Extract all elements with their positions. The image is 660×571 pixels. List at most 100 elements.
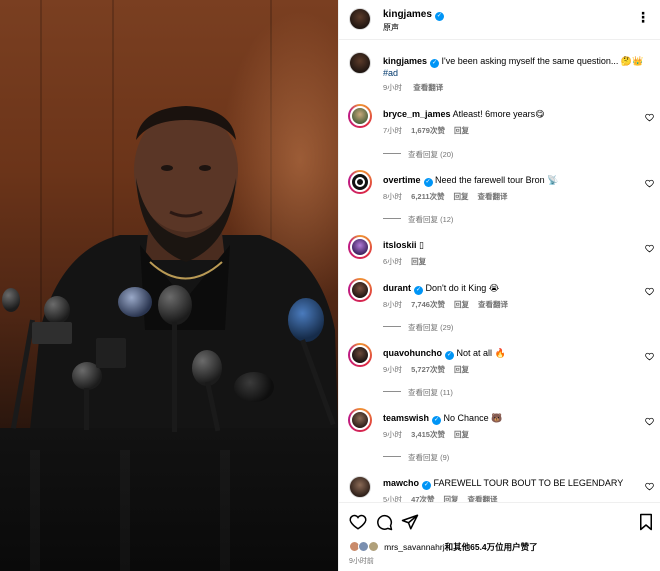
microphone	[2, 288, 20, 312]
story-ring[interactable]	[348, 104, 372, 128]
comment-time: 7小时	[383, 126, 403, 135]
comment-username[interactable]: mawcho	[383, 478, 419, 488]
microphone	[158, 285, 192, 325]
caption-username[interactable]: kingjames	[383, 56, 427, 66]
comment-line: durant ✓ Don't do it King 😭	[383, 283, 499, 295]
microphone	[234, 372, 274, 402]
translate-button[interactable]: 查看翻译	[413, 83, 443, 92]
audio-label[interactable]: 原声	[383, 22, 399, 33]
reply-button[interactable]: 回复	[454, 300, 469, 309]
verified-badge-icon: ✓	[414, 286, 423, 295]
comment-likes[interactable]: 3,415次赞	[411, 430, 445, 439]
comment-time: 9小时	[383, 430, 403, 439]
hashtag-link[interactable]: #ad	[383, 68, 398, 78]
comment-likes[interactable]: 5,727次赞	[411, 365, 445, 374]
view-replies-button[interactable]: 查看回复 (29)	[383, 322, 453, 333]
mic-stand	[172, 322, 177, 432]
view-replies-button[interactable]: 查看回复 (9)	[383, 452, 449, 463]
author-username[interactable]: kingjames ✓	[383, 9, 444, 21]
translate-button[interactable]: 查看翻译	[478, 300, 508, 309]
microphone	[192, 350, 222, 386]
comment-time: 6小时	[383, 257, 403, 266]
reply-button[interactable]: 回复	[454, 192, 469, 201]
table-drape-fold	[220, 450, 230, 571]
comment-line: bryce_m_james Atleast! 6more years😋	[383, 109, 545, 120]
mic-flag	[96, 338, 126, 368]
comment-text: FAREWELL TOUR BOUT TO BE LEGENDARY	[433, 478, 624, 488]
caption-text: I've been asking myself the same questio…	[441, 56, 644, 66]
comment-likes[interactable]: 1,679次赞	[411, 126, 445, 135]
reply-button[interactable]: 回复	[411, 257, 426, 266]
bookmark-icon[interactable]	[637, 513, 655, 531]
post-sidebar: kingjames ✓ 原声 ⋮ kingjames ✓ I've been ask…	[338, 0, 660, 571]
liker-username[interactable]: mrs_savannahrj	[384, 542, 444, 552]
likes-summary[interactable]: mrs_savannahrj和其他65.4万位用户赞了	[349, 541, 538, 553]
comment-username[interactable]: durant	[383, 283, 411, 293]
heart-icon[interactable]	[645, 417, 654, 426]
comment-time: 8小时	[383, 192, 403, 201]
view-replies-button[interactable]: 查看回复 (20)	[383, 149, 453, 160]
caption-meta: 9小时 查看翻译	[383, 82, 452, 93]
view-replies-button[interactable]: 查看回复 (11)	[383, 387, 453, 398]
heart-icon[interactable]	[645, 179, 654, 188]
author-avatar[interactable]	[349, 8, 371, 30]
comment-text: Not at all 🔥	[456, 348, 506, 358]
caption-avatar[interactable]	[349, 52, 371, 74]
post-action-bar: mrs_savannahrj和其他65.4万位用户赞了 9小时前	[339, 502, 660, 571]
story-ring[interactable]	[348, 408, 372, 432]
comment-meta: 9小时 5,727次赞 回复	[383, 364, 478, 375]
microphone	[44, 296, 70, 324]
overtime-logo	[355, 177, 365, 187]
post-media-image[interactable]	[0, 0, 338, 571]
comment-likes[interactable]: 7,746次赞	[411, 300, 445, 309]
view-replies-button[interactable]: 查看回复 (12)	[383, 214, 453, 225]
heart-icon[interactable]	[645, 352, 654, 361]
instagram-post-view: kingjames ✓ 原声 ⋮ kingjames ✓ I've been ask…	[0, 0, 660, 571]
heart-icon[interactable]	[349, 513, 367, 531]
more-options-icon[interactable]: ⋮	[636, 10, 651, 24]
comment-line: overtime ✓ Need the farewell tour Bron 📡	[383, 175, 558, 187]
verified-badge-icon: ✓	[422, 481, 432, 490]
heart-icon[interactable]	[645, 113, 654, 122]
press-table	[0, 428, 338, 571]
comment-username[interactable]: overtime	[383, 175, 421, 185]
comment-time: 8小时	[383, 300, 403, 309]
comment-username[interactable]: teamswish	[383, 413, 429, 423]
comment-line: itsloskii ▯	[383, 240, 424, 251]
caption-time: 9小时	[383, 83, 403, 92]
comment-likes[interactable]: 6,211次赞	[411, 192, 444, 201]
heart-icon[interactable]	[645, 287, 654, 296]
post-timestamp: 9小时前	[349, 558, 374, 565]
comment-meta: 9小时 3,415次赞 回复	[383, 429, 478, 440]
translate-button[interactable]: 查看翻译	[478, 192, 508, 201]
story-ring[interactable]	[348, 278, 372, 302]
comment-username[interactable]: itsloskii	[383, 240, 417, 250]
comment-text: ▯	[419, 240, 424, 250]
mic-flag	[32, 322, 72, 344]
comment-avatar[interactable]	[349, 476, 371, 498]
comment-username[interactable]: bryce_m_james	[383, 109, 451, 119]
reply-button[interactable]: 回复	[454, 430, 469, 439]
comment-icon[interactable]	[375, 513, 393, 531]
comment-time: 9小时	[383, 365, 403, 374]
heart-icon[interactable]	[645, 244, 654, 253]
reply-button[interactable]: 回复	[454, 126, 469, 135]
share-icon[interactable]	[401, 513, 419, 531]
comment-text: Need the farewell tour Bron 📡	[435, 175, 559, 185]
comment-line: teamswish ✓ No Chance 🐻	[383, 413, 502, 425]
comment-meta: 7小时 1,679次赞 回复	[383, 125, 478, 136]
comment-text: Don't do it King 😭	[425, 283, 500, 293]
likes-count-text: 和其他65.4万位用户赞了	[444, 542, 538, 552]
verified-badge-icon: ✓	[434, 12, 444, 21]
reply-button[interactable]: 回复	[454, 365, 469, 374]
comment-meta: 6小时 回复	[383, 256, 435, 267]
comment-line: quavohuncho ✓ Not at all 🔥	[383, 348, 506, 360]
microphone	[288, 298, 324, 342]
comment-meta: 8小时 6,211次赞 回复 查看翻译	[383, 191, 517, 202]
story-ring[interactable]	[348, 343, 372, 367]
story-ring[interactable]	[348, 235, 372, 259]
heart-icon[interactable]	[645, 482, 654, 491]
mic-stand	[84, 388, 89, 430]
verified-badge-icon: ✓	[445, 351, 454, 360]
comment-username[interactable]: quavohuncho	[383, 348, 442, 358]
